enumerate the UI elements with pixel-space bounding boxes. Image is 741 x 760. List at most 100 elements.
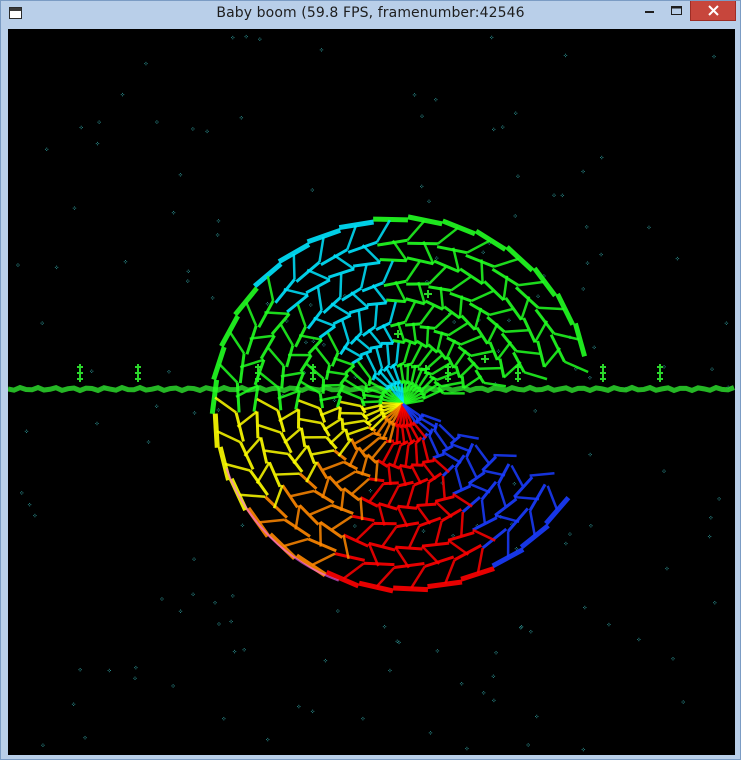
sphere-spoke-segment (279, 324, 294, 347)
sphere-ring-segment (433, 259, 460, 273)
star (83, 735, 87, 740)
sphere-ring-segment (544, 495, 571, 526)
sphere-spoke-segment (354, 431, 375, 445)
sphere-spoke-segment (292, 444, 309, 465)
sphere-spoke-segment (428, 435, 440, 456)
star (191, 592, 195, 597)
sphere-spoke-segment (444, 559, 456, 584)
sphere-spoke-segment (538, 306, 565, 311)
sphere-ring-segment (295, 261, 321, 283)
sphere-spoke-segment (243, 436, 262, 457)
star (388, 668, 392, 673)
star (310, 709, 315, 714)
sphere-ring-segment (234, 412, 245, 442)
star (215, 233, 220, 237)
star (500, 125, 505, 129)
sphere-ring-segment (366, 301, 387, 307)
star (428, 731, 433, 735)
ground-sprout (600, 364, 606, 382)
sphere-ring-segment (211, 346, 227, 381)
star (178, 609, 183, 613)
star (421, 529, 426, 533)
sphere-spoke-segment (258, 518, 285, 524)
sphere-spoke-segment (488, 307, 513, 317)
sphere-spoke-segment (305, 461, 319, 483)
sphere-spoke-segment (410, 565, 426, 589)
sphere-spoke-segment (425, 481, 431, 504)
sphere-spoke-segment (411, 322, 418, 345)
star (44, 147, 49, 152)
maximize-button[interactable] (663, 1, 690, 21)
sphere-spoke-segment (425, 325, 430, 348)
sphere-spoke-segment (323, 417, 343, 432)
sphere-spoke-segment (214, 396, 237, 414)
sphere-spoke-segment (450, 275, 472, 292)
sphere-ring-segment (441, 444, 454, 454)
title-bar[interactable]: Baby boom (59.8 FPS, framenumber:42546 (1, 1, 740, 29)
sphere-ring-segment (363, 561, 395, 567)
sphere-spoke-segment (311, 449, 335, 456)
close-button[interactable] (690, 1, 736, 21)
star (95, 421, 99, 426)
sphere-spoke-segment (486, 322, 499, 345)
star (516, 174, 520, 178)
sphere-spoke-segment (476, 547, 484, 574)
sphere-spoke-segment (322, 460, 345, 471)
star (451, 533, 455, 538)
star (133, 676, 137, 681)
star (323, 658, 328, 663)
sphere-spoke-segment (329, 428, 347, 445)
sphere-spoke-segment (299, 417, 322, 425)
sphere-spoke-segment (332, 253, 355, 270)
star (552, 193, 556, 197)
render-canvas[interactable] (8, 29, 735, 755)
sphere-ring-segment (460, 314, 476, 331)
star (89, 369, 94, 373)
sphere-ring-segment (351, 356, 364, 365)
star (529, 629, 533, 634)
sphere-ring-segment (424, 555, 455, 568)
sphere-ring-segment (379, 258, 407, 263)
star (192, 411, 197, 415)
star (95, 141, 100, 146)
sphere-ring-segment (286, 293, 309, 314)
sphere-spoke-segment (356, 360, 372, 379)
sphere-spoke-segment (292, 253, 296, 280)
sphere-spoke-segment (553, 332, 580, 341)
sphere-spoke-segment (480, 259, 484, 284)
sphere-spoke-segment (355, 522, 375, 541)
star (167, 369, 171, 374)
sphere-ring-segment (504, 297, 523, 321)
star (459, 682, 464, 686)
star (581, 287, 585, 291)
ground-sprout (135, 364, 141, 382)
sphere-spoke-segment (433, 429, 448, 449)
sphere-ring-segment (334, 552, 366, 562)
star (526, 743, 530, 747)
star (481, 250, 485, 255)
sphere-spoke-segment (458, 295, 464, 319)
sphere-ring-segment (407, 214, 443, 227)
sphere-ring-segment (534, 308, 556, 335)
sphere-spoke-segment (386, 344, 391, 366)
star (239, 116, 244, 120)
sphere-spoke-segment (515, 349, 541, 356)
sphere-ring-segment (255, 411, 260, 439)
star (222, 716, 226, 721)
sphere-ring-segment (373, 216, 408, 223)
star (229, 619, 233, 624)
sphere-ring-segment (325, 570, 360, 589)
star (232, 649, 237, 654)
minimize-button[interactable] (636, 1, 663, 21)
star (671, 657, 675, 661)
sphere-spoke-segment (264, 311, 290, 316)
sphere-spoke-segment (321, 383, 344, 387)
sphere-spoke-segment (371, 440, 387, 459)
sphere-ring-segment (359, 496, 379, 508)
star (213, 600, 217, 605)
sphere-ring-segment (407, 241, 438, 246)
starfield (16, 34, 730, 752)
sphere-spoke-segment (283, 537, 309, 548)
sphere-ring-segment (239, 441, 255, 471)
star (395, 639, 399, 644)
